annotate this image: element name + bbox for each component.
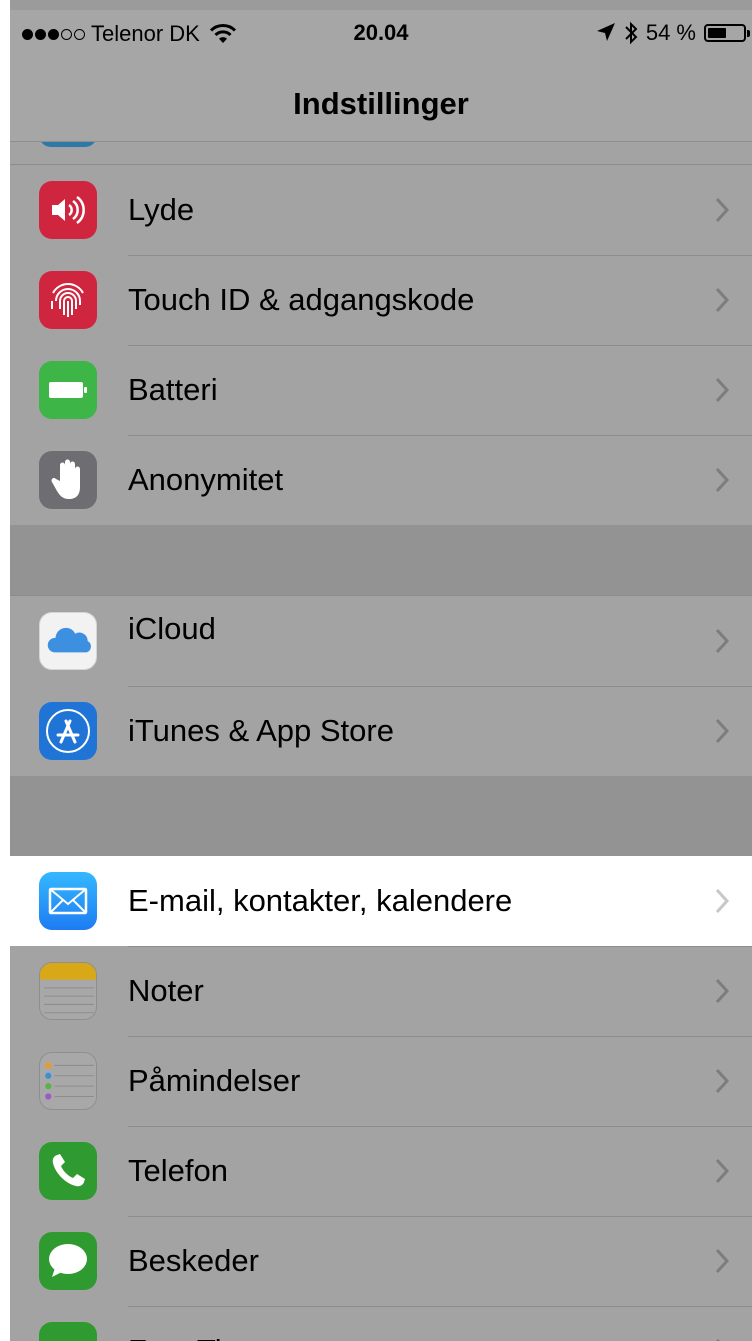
mail-icon [39, 872, 97, 930]
row-label: Touch ID & adgangskode [128, 282, 475, 317]
settings-row-icloud[interactable]: iCloud [10, 596, 752, 686]
settings-row-telefon[interactable]: Telefon [10, 1126, 752, 1216]
speaker-icon [39, 181, 97, 239]
messages-icon [39, 1232, 97, 1290]
row-label: iTunes & App Store [128, 713, 394, 748]
chevron-right-icon [715, 377, 730, 403]
chevron-right-icon [715, 1248, 730, 1274]
notes-icon [39, 962, 97, 1020]
page-title: Indstillinger [293, 86, 469, 121]
phone-icon [39, 1142, 97, 1200]
chevron-right-icon [715, 467, 730, 493]
partially-hidden-row[interactable] [10, 117, 752, 166]
settings-row-touch-id[interactable]: Touch ID & adgangskode [10, 255, 752, 345]
chevron-right-icon [715, 1338, 720, 1341]
chevron-right-icon [715, 287, 730, 313]
row-label: Påmindelser [128, 1063, 301, 1098]
row-label: FaceTime [128, 1306, 265, 1341]
status-bar: Telenor DK 20.04 54 % [10, 10, 752, 56]
location-arrow-icon [596, 23, 615, 41]
chevron-right-icon [715, 718, 730, 744]
battery-percent: 54 % [645, 20, 696, 45]
chevron-right-icon [715, 1068, 730, 1094]
settings-row-anonymitet[interactable]: Anonymitet [10, 435, 752, 525]
settings-group: Lyde Touch ID & adgangskode Batteri Anon… [10, 164, 752, 526]
settings-group: iCloud iTunes & App Store [10, 595, 752, 777]
settings-row-beskeder[interactable]: Beskeder [10, 1216, 752, 1306]
settings-row-batteri[interactable]: Batteri [10, 345, 752, 435]
row-label: E-mail, kontakter, kalendere [128, 883, 513, 918]
settings-row-noter[interactable]: Noter [10, 946, 752, 1036]
row-label: Lyde [128, 192, 195, 227]
settings-group: E-mail, kontakter, kalendere Noter Påmin… [10, 856, 752, 1341]
screen-edge [0, 0, 10, 1341]
battery-icon [39, 361, 97, 419]
settings-row-itunes[interactable]: iTunes & App Store [10, 686, 752, 776]
row-label: iCloud [128, 611, 216, 646]
row-label: Beskeder [128, 1243, 259, 1278]
chevron-right-icon [715, 1158, 730, 1184]
row-label: Anonymitet [128, 462, 284, 497]
chevron-right-icon [715, 628, 730, 654]
settings-row-pamindelser[interactable]: Påmindelser [10, 1036, 752, 1126]
section-spacer [10, 776, 752, 856]
reminders-icon [39, 1052, 97, 1110]
facetime-icon [39, 1322, 97, 1341]
row-label: Telefon [128, 1153, 228, 1188]
bluetooth-icon [625, 21, 638, 45]
battery-icon [704, 24, 750, 42]
hand-icon [39, 451, 97, 509]
status-right: 54 % [596, 20, 750, 46]
settings-screen: Telenor DK 20.04 54 % Indstillinger Lyde… [0, 0, 752, 1341]
chevron-right-icon [715, 197, 730, 223]
section-spacer [10, 525, 752, 595]
settings-row-lyde[interactable]: Lyde [10, 165, 752, 255]
fingerprint-icon [39, 271, 97, 329]
chevron-right-icon [715, 978, 730, 1004]
header: Telenor DK 20.04 54 % Indstillinger [10, 10, 752, 142]
row-label: Batteri [128, 372, 218, 407]
settings-row-facetime[interactable]: FaceTime [10, 1306, 752, 1341]
chevron-right-icon [715, 888, 730, 914]
row-label: Noter [128, 973, 204, 1008]
settings-row-email[interactable]: E-mail, kontakter, kalendere [10, 856, 752, 946]
icloud-icon [39, 612, 97, 670]
app-store-icon [39, 702, 97, 760]
